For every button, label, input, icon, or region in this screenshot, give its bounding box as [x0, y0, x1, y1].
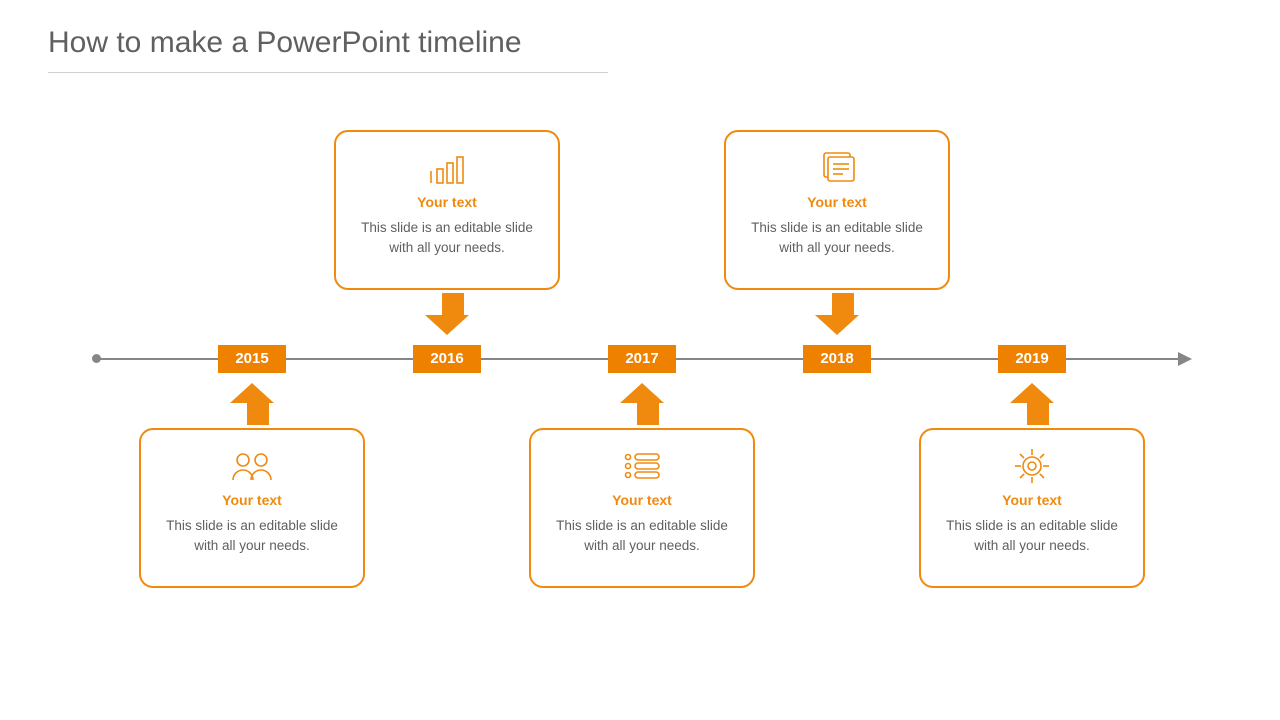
timeline-card-2016: Your text This slide is an editable slid… [334, 130, 560, 290]
arrow-up-icon [1021, 383, 1054, 425]
timeline-card-2017: Your text This slide is an editable slid… [529, 428, 755, 588]
timeline-card-2019: Your text This slide is an editable slid… [919, 428, 1145, 588]
bars-icon [350, 146, 544, 190]
card-desc: This slide is an editable slide with all… [740, 218, 934, 259]
card-desc: This slide is an editable slide with all… [350, 218, 544, 259]
card-desc: This slide is an editable slide with all… [935, 516, 1129, 557]
arrow-up-icon [631, 383, 664, 425]
card-label: Your text [935, 492, 1129, 508]
card-desc: This slide is an editable slide with all… [545, 516, 739, 557]
document-icon [740, 146, 934, 190]
arrow-down-icon [826, 293, 859, 335]
timeline-axis-arrowhead [1178, 352, 1192, 366]
year-marker-2019: 2019 [998, 345, 1066, 373]
card-label: Your text [350, 194, 544, 210]
timeline-axis-start-dot [92, 354, 101, 363]
list-icon [545, 444, 739, 488]
year-marker-2015: 2015 [218, 345, 286, 373]
card-label: Your text [545, 492, 739, 508]
card-label: Your text [155, 492, 349, 508]
year-marker-2017: 2017 [608, 345, 676, 373]
arrow-up-icon [241, 383, 274, 425]
timeline-card-2015: Your text This slide is an editable slid… [139, 428, 365, 588]
year-marker-2016: 2016 [413, 345, 481, 373]
card-label: Your text [740, 194, 934, 210]
slide-title: How to make a PowerPoint timeline [48, 26, 608, 73]
arrow-down-icon [436, 293, 469, 335]
gear-icon [935, 444, 1129, 488]
people-icon [155, 444, 349, 488]
year-marker-2018: 2018 [803, 345, 871, 373]
timeline-card-2018: Your text This slide is an editable slid… [724, 130, 950, 290]
card-desc: This slide is an editable slide with all… [155, 516, 349, 557]
